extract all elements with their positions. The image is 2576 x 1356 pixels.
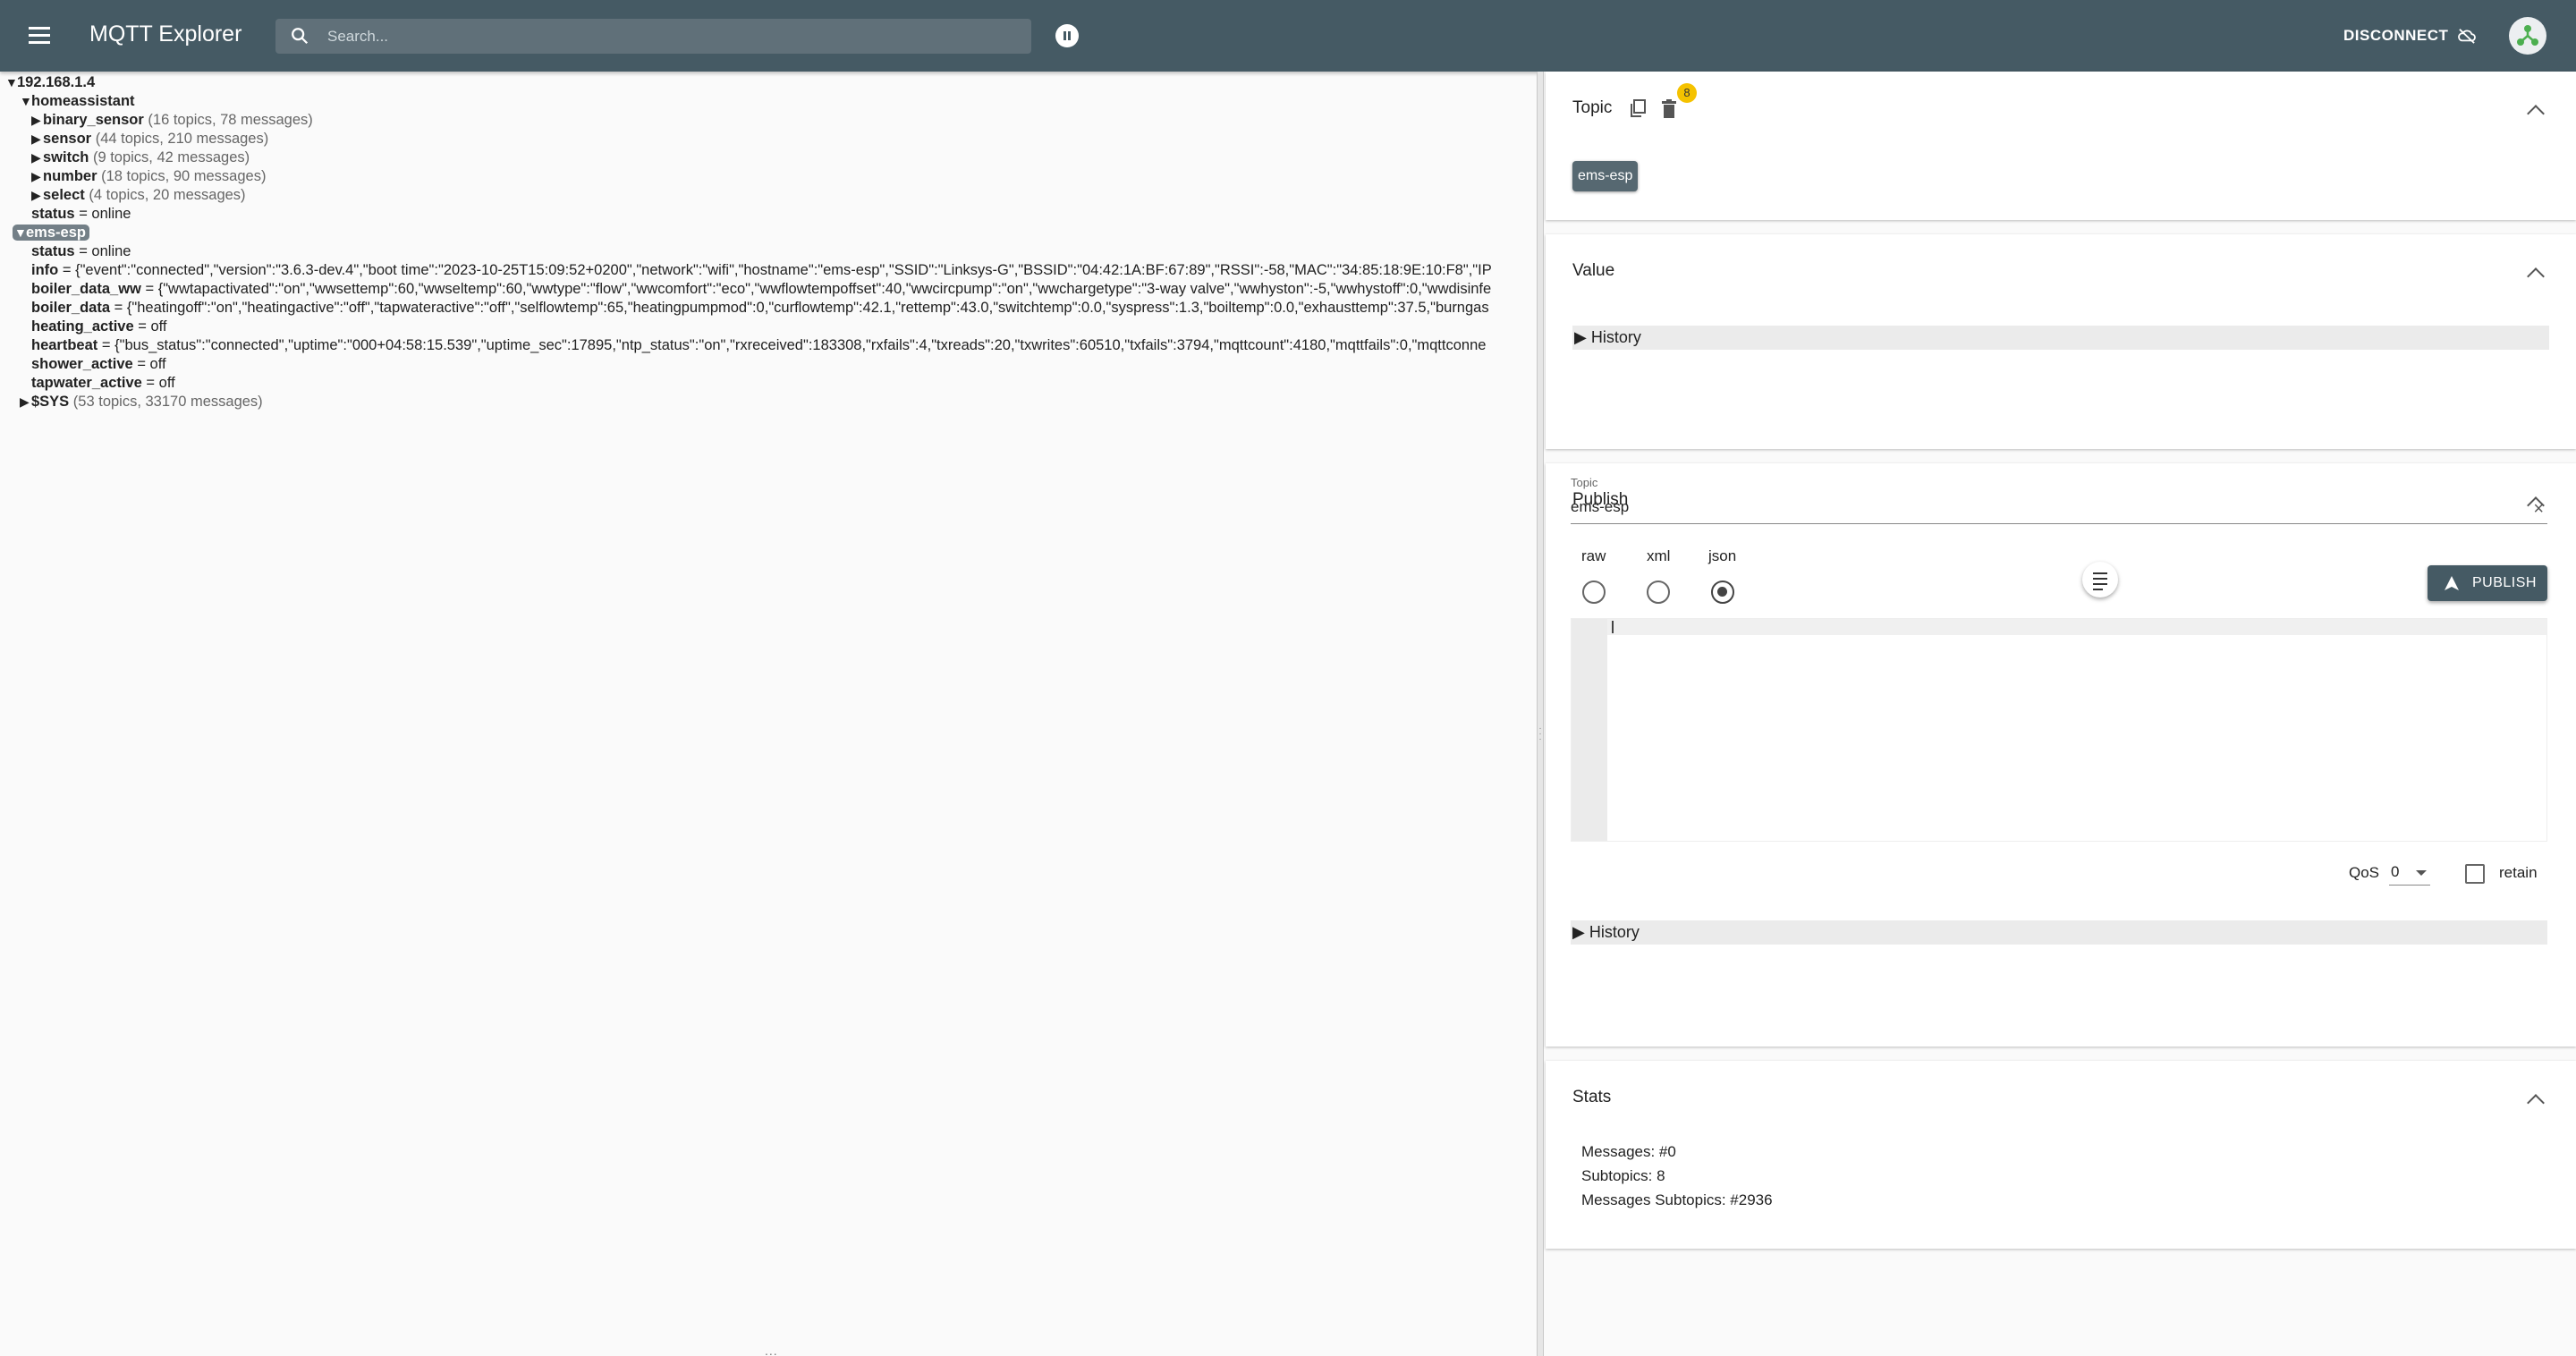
tree-node-ha-status[interactable]: status = online (31, 205, 131, 223)
stats-panel: Stats Messages: #0 Subtopics: 8 Messages… (1546, 1061, 2576, 1249)
delete-icon[interactable] (1660, 98, 1678, 120)
disconnect-label: DISCONNECT (2343, 27, 2449, 44)
editor-active-line (1572, 619, 2546, 635)
publish-topic-input[interactable] (1571, 496, 2465, 519)
format-json[interactable]: json (1708, 547, 1736, 604)
retain-label: retain (2499, 864, 2538, 881)
collapse-value-icon[interactable] (2527, 267, 2545, 285)
tree-node-binary-sensor[interactable]: ▶ binary_sensor (16 topics, 78 messages) (31, 111, 313, 129)
dropdown-caret-icon (2416, 870, 2427, 876)
tree-node-sys[interactable]: ▶ $SYS (53 topics, 33170 messages) (20, 393, 263, 411)
qos-select[interactable]: 0 (2389, 860, 2430, 886)
radio-xml[interactable] (1647, 581, 1671, 604)
topic-panel-title: Topic (1572, 98, 1613, 117)
collapse-stats-icon[interactable] (2527, 1094, 2545, 1112)
tree-node-root[interactable]: ▼192.168.1.4 (5, 73, 95, 91)
expanded-arrow-icon: ▼ (5, 75, 18, 89)
tree-node-status[interactable]: status = online (31, 242, 131, 260)
search-box[interactable] (275, 19, 1031, 54)
editor-gutter (1572, 619, 1607, 841)
bottom-drag-handle[interactable]: ... (765, 1343, 778, 1356)
stats-panel-title: Stats (1572, 1088, 1612, 1106)
cloud-off-icon (2458, 29, 2477, 44)
value-history-toggle[interactable]: ▶ History (1572, 326, 2549, 350)
format-json-button[interactable] (2082, 562, 2118, 597)
retain-checkbox[interactable] (2465, 864, 2485, 884)
publish-button[interactable]: PUBLISH (2428, 565, 2547, 601)
tree-node-heating-active[interactable]: heating_active = off (31, 318, 167, 335)
subtopic-count-badge: 8 (1677, 83, 1697, 103)
collapse-topic-icon[interactable] (2527, 105, 2545, 123)
tree-node-sensor[interactable]: ▶ sensor (44 topics, 210 messages) (31, 130, 268, 148)
tree-node-homeassistant[interactable]: ▼homeassistant (20, 92, 135, 110)
collapsed-arrow-icon: ▶ (31, 131, 41, 146)
tree-node-tapwater-active[interactable]: tapwater_active = off (31, 374, 175, 392)
details-sidebar: Topic 8 ems-esp Value ▶ History Publish … (1544, 72, 2576, 1356)
clear-icon[interactable]: × (2533, 499, 2544, 520)
qos-label: QoS (2349, 864, 2380, 881)
collapsed-arrow-icon: ▶ (31, 169, 41, 183)
topic-tree: ▼192.168.1.4 ▼homeassistant ▶ binary_sens… (0, 72, 1537, 1356)
search-input[interactable] (327, 24, 1007, 48)
disconnect-button[interactable]: DISCONNECT (2343, 23, 2477, 48)
panel-divider[interactable] (1537, 72, 1544, 1356)
collapsed-arrow-icon: ▶ (31, 113, 41, 127)
value-panel-title: Value (1572, 261, 1615, 280)
connections-icon (2517, 25, 2538, 46)
app-bar: MQTT Explorer DISCONNECT (0, 0, 2576, 72)
radio-raw[interactable] (1581, 581, 1606, 604)
payload-editor[interactable] (1571, 618, 2547, 842)
stat-messages-subtopics: Messages Subtopics: #2936 (1581, 1191, 1773, 1208)
value-panel: Value ▶ History (1546, 234, 2576, 449)
avatar[interactable] (2509, 17, 2546, 55)
selected-node: ▼ems-esp (13, 225, 89, 241)
send-icon (2445, 576, 2459, 590)
publish-topic-label: Topic (1571, 476, 1598, 489)
app-title: MQTT Explorer (89, 21, 242, 47)
topic-panel: Topic 8 ems-esp (1546, 72, 2576, 220)
stat-subtopics: Subtopics: 8 (1581, 1167, 1665, 1184)
tree-node-shower-active[interactable]: shower_active = off (31, 355, 166, 373)
tree-node-info[interactable]: info = {"event":"connected","version":"3… (31, 261, 1492, 279)
radio-json[interactable] (1710, 581, 1734, 604)
tree-node-ems-esp[interactable]: ▼ems-esp (13, 224, 89, 242)
tree-node-boiler-data[interactable]: boiler_data = {"heatingoff":"on","heatin… (31, 299, 1489, 317)
publish-topic-field[interactable]: × (1571, 494, 2547, 524)
divider-grip-icon: · · · (1538, 724, 1542, 744)
expanded-arrow-icon: ▼ (20, 94, 32, 108)
format-xml[interactable]: xml (1647, 547, 1670, 604)
tree-node-switch[interactable]: ▶ switch (9 topics, 42 messages) (31, 148, 250, 166)
format-raw[interactable]: raw (1581, 547, 1606, 604)
stat-messages: Messages: #0 (1581, 1143, 1676, 1160)
search-icon (292, 28, 309, 45)
collapsed-arrow-icon: ▶ (31, 150, 41, 165)
tree-node-boiler-data-ww[interactable]: boiler_data_ww = {"wwtapactivated":"on",… (31, 280, 1491, 298)
pause-button[interactable] (1055, 24, 1079, 47)
tree-node-select[interactable]: ▶ select (4 topics, 20 messages) (31, 186, 246, 204)
tree-node-number[interactable]: ▶ number (18 topics, 90 messages) (31, 167, 266, 185)
tree-node-heartbeat[interactable]: heartbeat = {"bus_status":"connected","u… (31, 336, 1486, 354)
collapsed-arrow-icon: ▶ (20, 394, 30, 409)
expanded-arrow-icon: ▼ (14, 225, 27, 240)
publish-history-toggle[interactable]: ▶ History (1571, 920, 2547, 945)
editor-cursor (1612, 621, 1614, 633)
menu-icon[interactable] (27, 23, 52, 48)
topic-chip[interactable]: ems-esp (1572, 161, 1639, 191)
collapsed-arrow-icon: ▶ (31, 188, 41, 202)
copy-icon[interactable] (1629, 98, 1647, 118)
